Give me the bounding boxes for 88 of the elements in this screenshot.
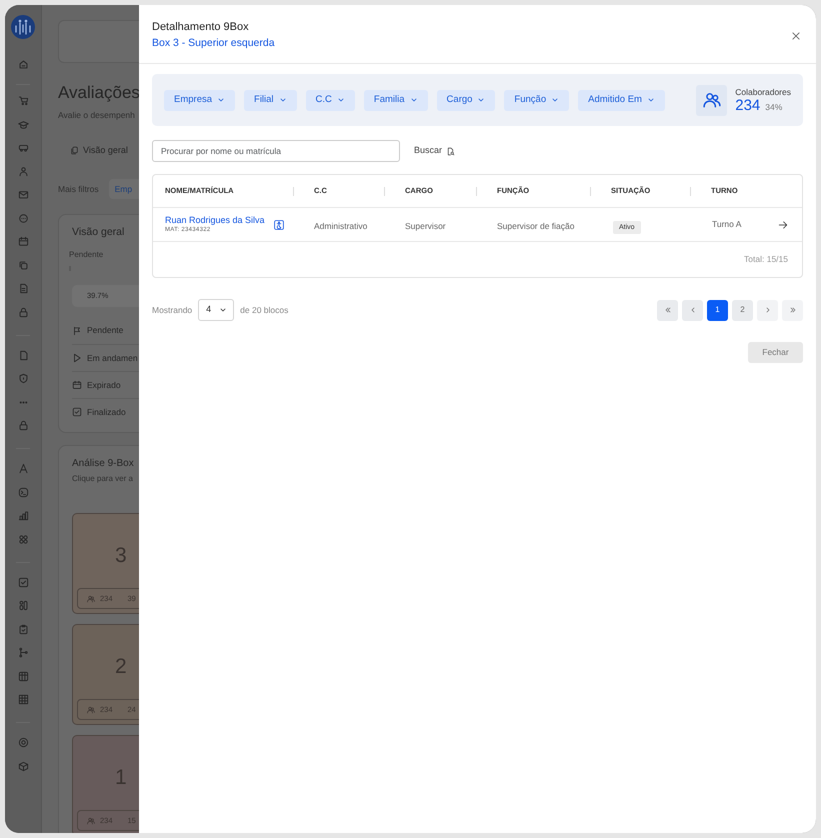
bar-chart-icon[interactable] — [18, 510, 28, 521]
summary-count: 234 — [735, 98, 760, 114]
chevron-down-icon — [336, 96, 345, 104]
terminal-icon[interactable] — [18, 486, 28, 498]
search-button[interactable]: Buscar — [414, 144, 456, 158]
cube-icon[interactable] — [18, 760, 28, 772]
table-icon[interactable] — [18, 670, 28, 682]
arrow-right-icon[interactable] — [778, 220, 788, 230]
first-page-icon — [664, 306, 672, 314]
copy-icon — [70, 146, 79, 155]
table-cell: Supervisor de fiação — [497, 220, 574, 230]
table-cell: Administrativo — [314, 220, 368, 230]
flag-icon — [72, 326, 82, 336]
lock-icon[interactable] — [18, 306, 28, 318]
chevron-down-icon — [646, 96, 655, 104]
filter-dropdown[interactable]: Familia — [364, 90, 428, 110]
calendar-icon — [72, 380, 82, 390]
chevron-down-icon — [217, 96, 226, 104]
page-count-label: de 20 blocos — [240, 304, 288, 316]
last-page-button[interactable] — [782, 300, 803, 320]
clover-icon[interactable] — [18, 534, 28, 544]
drawer-title: Detalhamento 9Box — [152, 20, 250, 35]
employee-name-link[interactable]: Ruan Rodrigues da Silva — [165, 214, 265, 226]
branch-icon[interactable] — [18, 647, 28, 658]
shield-icon[interactable] — [18, 373, 28, 384]
filter-dropdown[interactable]: Filial — [244, 90, 297, 110]
status-label: Pendente — [87, 324, 124, 337]
search-field[interactable]: Procurar por nome ou matrícula — [152, 140, 400, 162]
summary-percent: 34% — [765, 101, 782, 114]
clipboard-icon[interactable] — [18, 624, 28, 634]
document-search-icon — [446, 146, 456, 156]
close-icon — [791, 30, 801, 40]
total-text: Total: 15/15 — [744, 253, 788, 266]
card-subtitle: Clique para ver a — [72, 473, 134, 486]
file-icon[interactable] — [18, 350, 28, 360]
card-title: Análise 9-Box — [72, 457, 135, 472]
page-title: Avaliações — [58, 83, 139, 103]
first-page-button[interactable] — [657, 300, 678, 320]
table-cell: Supervisor — [405, 220, 446, 230]
drawer-subtitle: Box 3 - Superior esquerda — [152, 36, 275, 51]
play-icon — [72, 353, 82, 363]
checkbox-icon[interactable] — [18, 576, 28, 588]
checkbox-icon — [72, 407, 82, 417]
status-label: Em andamen — [87, 352, 138, 364]
chevron-down-icon — [278, 96, 287, 104]
cart-icon[interactable] — [18, 95, 28, 106]
calendar-icon[interactable] — [18, 236, 28, 247]
filter-dropdown[interactable]: C.C — [306, 90, 355, 110]
truck-icon[interactable] — [18, 142, 28, 153]
logo-icon[interactable] — [11, 15, 35, 39]
page-button[interactable]: 2 — [732, 300, 753, 320]
filter-dropdown[interactable]: Cargo — [436, 90, 496, 110]
copy-icon[interactable] — [18, 260, 28, 270]
filter-dropdown[interactable]: Empresa — [164, 90, 236, 110]
chevron-down-icon — [551, 96, 560, 104]
people-icon — [87, 706, 95, 714]
chat-icon[interactable] — [18, 212, 28, 224]
filter-dropdown[interactable]: Admitido Em — [578, 90, 665, 110]
status-label: Expirado — [87, 378, 121, 392]
people-icon — [87, 594, 95, 603]
page-button[interactable]: 1 — [707, 300, 728, 320]
chevron-down-icon — [219, 306, 228, 314]
document-icon[interactable] — [18, 283, 28, 294]
user-icon[interactable] — [18, 166, 28, 176]
mail-icon[interactable] — [18, 189, 28, 200]
lock-icon[interactable] — [18, 420, 28, 431]
summary-label: Colaboradores — [735, 86, 791, 98]
people-icon — [87, 816, 95, 825]
grid-icon[interactable] — [18, 694, 28, 705]
font-icon[interactable] — [18, 463, 28, 474]
status-label: Finalizado — [87, 406, 126, 418]
shapes-icon[interactable] — [18, 600, 28, 611]
close-text-button[interactable]: Fechar — [748, 342, 803, 363]
chevron-down-icon — [477, 96, 486, 104]
legend-label: Pendente — [69, 249, 104, 261]
overview-tab[interactable]: Visão geral — [70, 144, 128, 158]
showing-label: Mostrando — [152, 304, 192, 316]
home-icon[interactable] — [18, 59, 28, 70]
settings-icon[interactable] — [18, 737, 28, 748]
card-title: Visão geral — [72, 225, 126, 240]
graduation-cap-icon[interactable] — [18, 118, 28, 130]
last-page-icon — [788, 306, 796, 314]
filter-dropdown[interactable]: Função — [504, 90, 570, 110]
people-icon — [696, 84, 728, 116]
accessibility-icon — [274, 220, 284, 230]
page-size-select[interactable]: 4 — [198, 299, 234, 321]
chevron-down-icon — [410, 96, 418, 104]
table-cell: Turno A — [712, 218, 742, 231]
